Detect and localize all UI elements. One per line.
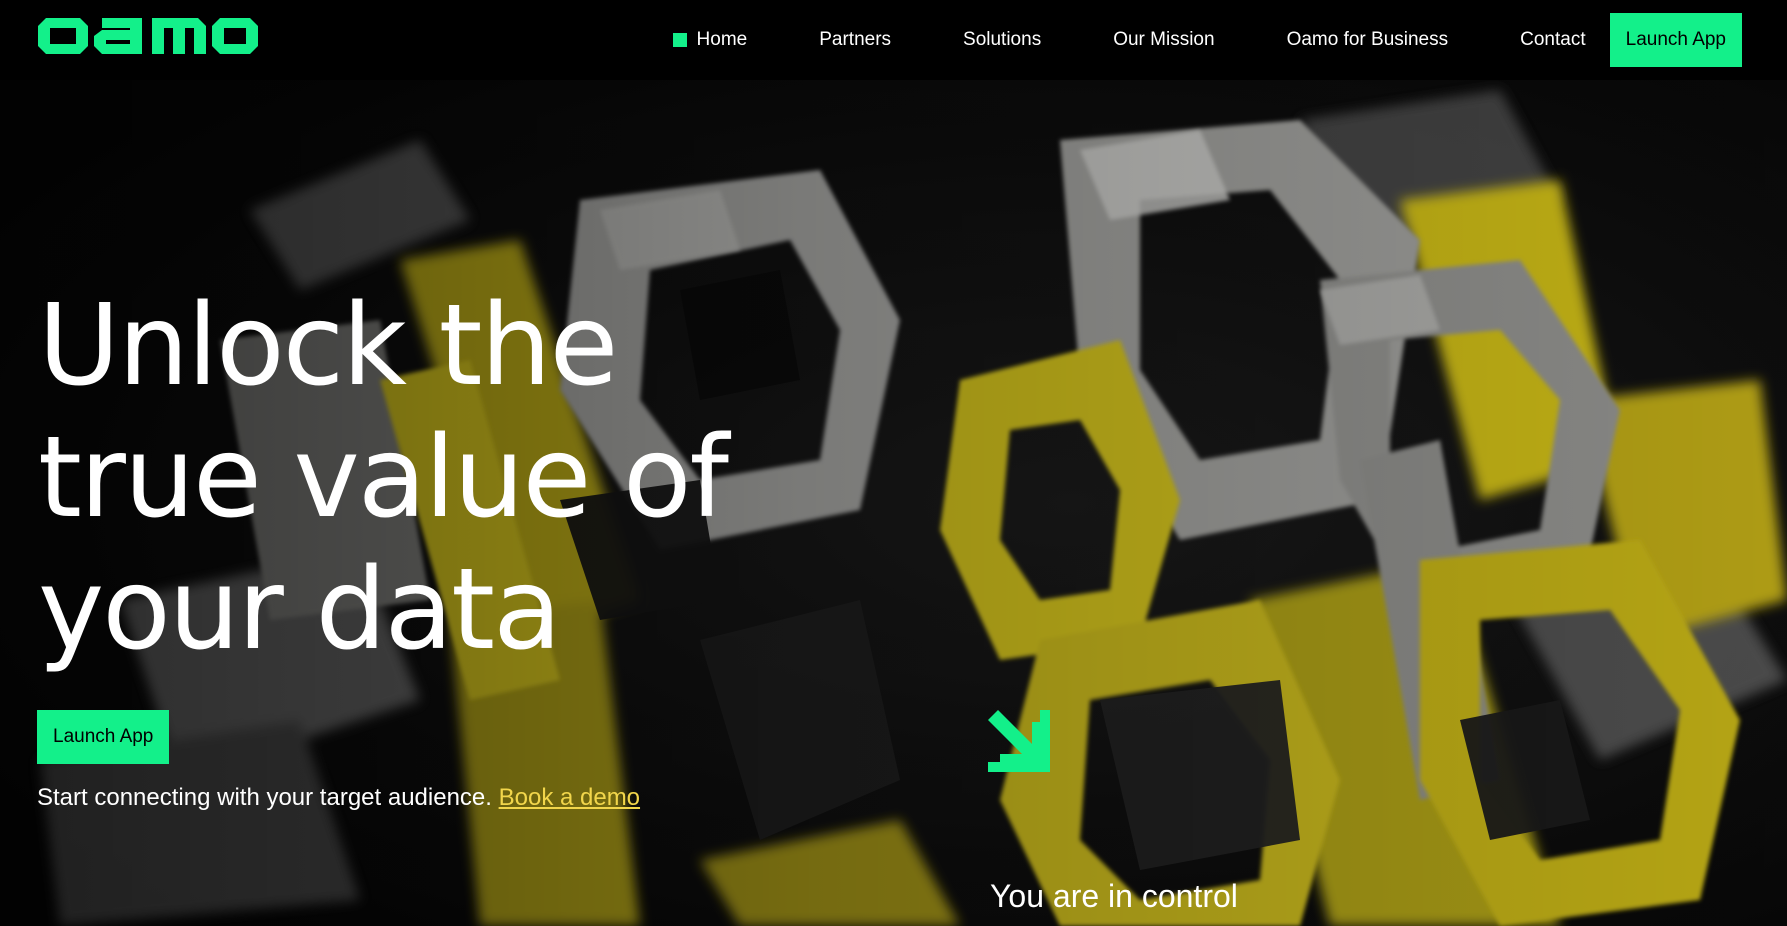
nav-item-label: Solutions [963,29,1042,50]
nav-item-label: Our Mission [1113,29,1215,50]
nav-item-our-mission[interactable]: Our Mission [1113,29,1214,51]
nav-item-label: Oamo for Business [1286,29,1449,50]
oamo-logo[interactable] [38,14,258,58]
nav-item-solutions[interactable]: Solutions [963,29,1041,51]
hero-subtitle: Start connecting with your target audien… [37,784,640,812]
nav-item-label: Home [696,29,748,50]
nav-item-label: Contact [1520,29,1586,50]
hero-subtitle-text: Start connecting with your target audien… [37,784,492,811]
nav-item-home[interactable]: Home [672,29,748,51]
header-launch-app-button[interactable]: Launch App [1609,13,1742,67]
you-are-in-control-heading: You are in control [990,878,1238,914]
page: Home Partners Solutions Our Mission Oamo… [0,0,1787,926]
oamo-logo-icon [38,18,258,54]
active-indicator-icon [672,33,687,47]
nav-item-contact[interactable]: Contact [1520,29,1585,51]
nav-item-label: Partners [819,29,892,50]
main-nav: Home Partners Solutions Our Mission Oamo… [672,0,1787,80]
nav-item-oamo-for-business[interactable]: Oamo for Business [1287,29,1449,51]
hero-title-line-2: true value of [38,413,729,543]
arrow-down-right-icon[interactable] [988,710,1050,772]
arrow-down-right-icon-svg [988,710,1050,772]
hero-title-line-1: Unlock the [38,281,618,411]
site-header: Home Partners Solutions Our Mission Oamo… [0,0,1787,80]
hero-launch-app-button[interactable]: Launch App [37,710,170,764]
book-a-demo-link[interactable]: Book a demo [499,784,640,811]
hero-title: Unlock the true value of your data [38,280,758,676]
hero-title-line-3: your data [38,545,562,675]
nav-item-partners[interactable]: Partners [819,29,891,51]
